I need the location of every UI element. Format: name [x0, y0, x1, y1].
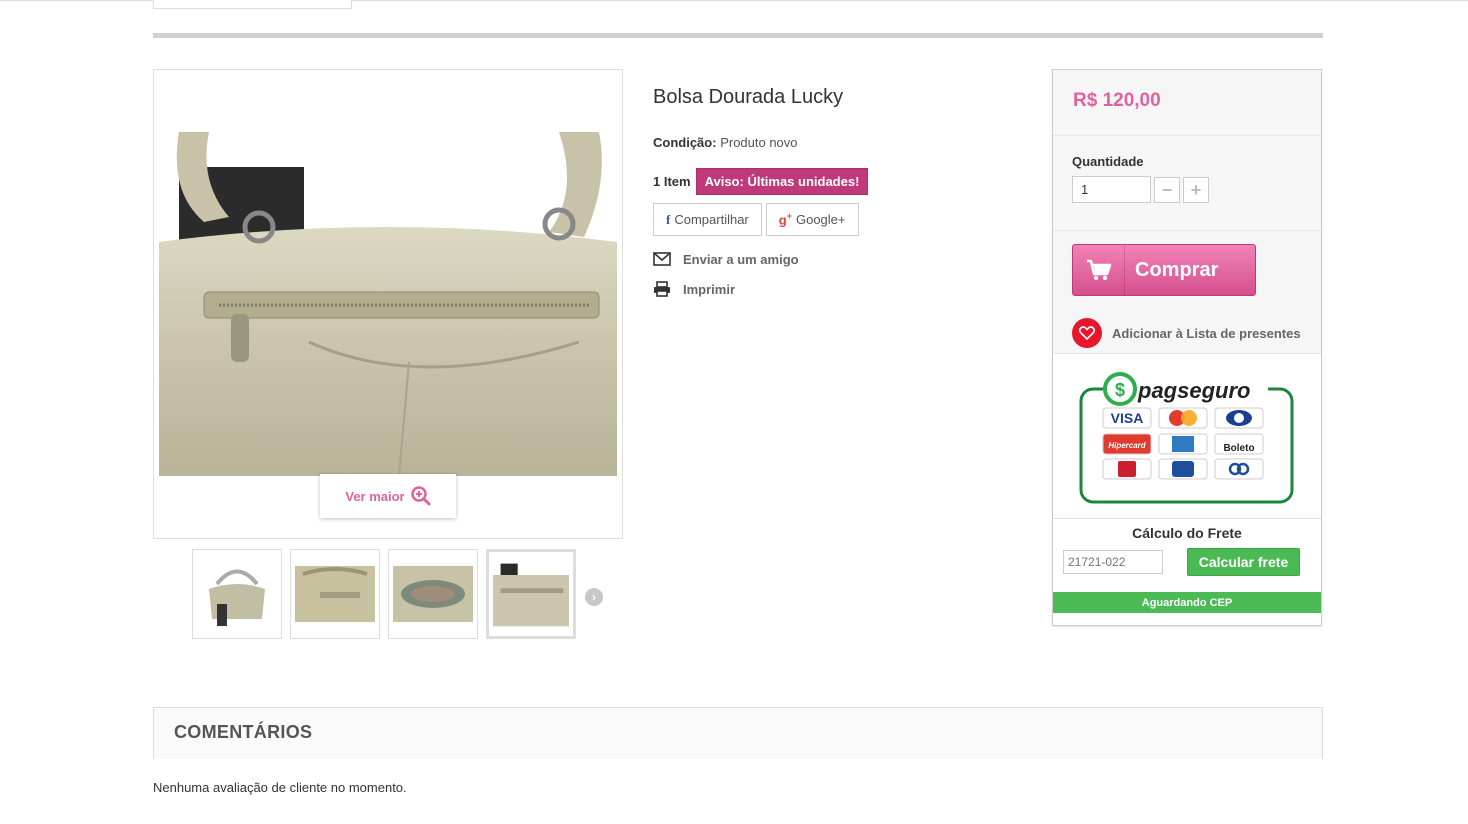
google-plus-icon: g+ — [778, 211, 792, 228]
main-image-container[interactable]: Ver maior — [153, 69, 623, 539]
zoom-plus-icon — [410, 486, 431, 506]
stock-row: 1 Item Aviso: Últimas unidades! — [653, 168, 869, 195]
pagseguro-logo: $ pagseguro VISA Hipercard Boleto — [1079, 372, 1294, 504]
stock-quantity: 1 Item — [653, 174, 691, 189]
quantity-input[interactable] — [1072, 176, 1151, 203]
comments-empty-message: Nenhuma avaliação de cliente no momento. — [153, 780, 407, 795]
chevron-right-icon[interactable]: › — [585, 588, 603, 606]
wishlist-label: Adicionar à Lista de presentes — [1112, 325, 1301, 341]
condition-label: Condição: — [653, 135, 717, 150]
thumbnail-1[interactable] — [192, 549, 282, 639]
thumbnail-strip — [192, 549, 576, 639]
stock-warning-badge: Aviso: Últimas unidades! — [695, 168, 869, 195]
facebook-share-button[interactable]: f Compartilhar — [653, 203, 762, 236]
send-friend-label: Enviar a um amigo — [683, 251, 799, 267]
facebook-share-label: Compartilhar — [674, 212, 749, 227]
shipping-title: Cálculo do Frete — [1132, 525, 1242, 541]
card-visa: VISA — [1111, 410, 1144, 426]
facebook-icon: f — [666, 211, 671, 227]
quantity-minus-button[interactable]: − — [1154, 176, 1180, 203]
cart-icon — [1073, 245, 1125, 295]
product-title: Bolsa Dourada Lucky — [653, 86, 844, 108]
product-main-image — [159, 132, 617, 476]
thumbnail-4[interactable] — [486, 549, 576, 639]
price-section: R$ 120,00 — [1053, 70, 1321, 136]
product-condition: Condição: Produto novo — [653, 135, 798, 150]
buy-section: Comprar Adicionar à Lista de presentes — [1053, 231, 1321, 354]
cep-input[interactable] — [1063, 550, 1163, 574]
printer-icon — [654, 281, 670, 297]
comments-header: COMENTÁRIOS — [153, 707, 1323, 759]
google-plus-label: Google+ — [795, 212, 846, 227]
quantity-label: Quantidade — [1072, 154, 1144, 169]
print-label: Imprimir — [683, 281, 736, 297]
buy-box: R$ 120,00 Quantidade − + Comprar — [1052, 69, 1322, 626]
thumbnail-2[interactable] — [290, 549, 380, 639]
card-hipercard: Hipercard — [1108, 441, 1146, 450]
quantity-plus-button[interactable]: + — [1183, 176, 1209, 203]
svg-text:$: $ — [1115, 380, 1125, 400]
zoom-label: Ver maior — [345, 488, 405, 504]
send-friend-link[interactable]: Enviar a um amigo — [653, 251, 799, 267]
buy-label: Comprar — [1135, 258, 1219, 281]
breadcrumb-tab — [153, 0, 352, 9]
wishlist-link[interactable]: Adicionar à Lista de presentes — [1072, 318, 1301, 348]
print-link[interactable]: Imprimir — [653, 281, 735, 297]
pagseguro-brand: pagseguro — [1137, 378, 1250, 403]
shipping-section: Cálculo do Frete Calcular frete Aguardan… — [1053, 519, 1321, 613]
quantity-section: Quantidade − + — [1053, 136, 1321, 231]
cep-status-bar: Aguardando CEP — [1053, 592, 1321, 613]
heart-icon — [1072, 318, 1102, 348]
shipping-form: Calcular frete — [1063, 548, 1311, 576]
section-divider — [153, 33, 1323, 38]
product-price: R$ 120,00 — [1073, 90, 1161, 111]
pagseguro-section: $ pagseguro VISA Hipercard Boleto — [1053, 354, 1321, 519]
buy-button[interactable]: Comprar — [1072, 244, 1256, 296]
thumbnail-3[interactable] — [388, 549, 478, 639]
calculate-shipping-button[interactable]: Calcular frete — [1187, 548, 1300, 576]
comments-title: COMENTÁRIOS — [174, 722, 313, 742]
condition-value: Produto novo — [720, 135, 798, 150]
zoom-button[interactable]: Ver maior — [320, 474, 456, 518]
envelope-icon — [653, 252, 671, 266]
quantity-stepper: − + — [1072, 176, 1302, 203]
google-plus-share-button[interactable]: g+ Google+ — [765, 203, 859, 236]
card-boleto: Boleto — [1223, 443, 1254, 454]
share-buttons: f Compartilhar g+ Google+ — [653, 203, 859, 236]
